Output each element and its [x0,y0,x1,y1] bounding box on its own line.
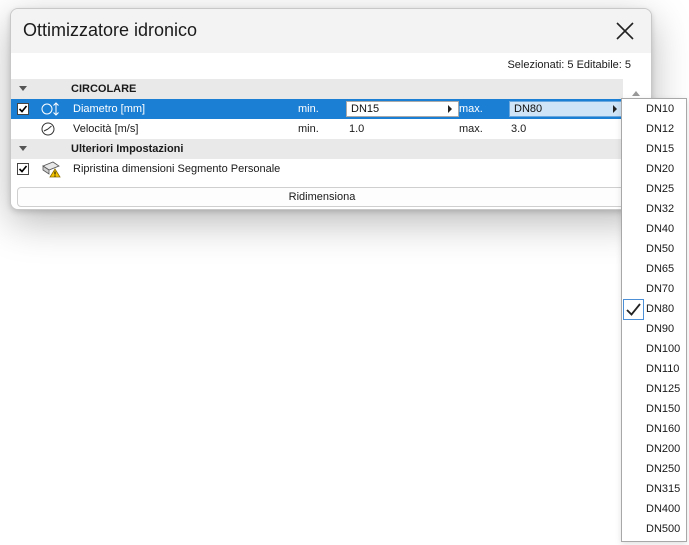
dialog-content: Selezionati: 5 Editabile: 5 CIRCOLARE Di… [11,53,651,209]
section-further-label: Ulteriori Impostazioni [71,143,184,155]
speed-row[interactable]: Velocità [m/s] min. 1.0 max. 3.0 [11,119,623,139]
submenu-arrow-icon [613,105,617,113]
scroll-up-arrow-icon[interactable] [632,89,640,97]
dropdown-option[interactable]: DN12 [622,119,686,139]
dropdown-option-label: DN100 [646,343,681,355]
dropdown-option[interactable]: DN250 [622,459,686,479]
dropdown-option[interactable]: DN25 [622,179,686,199]
checkmark-icon [18,165,28,173]
collapse-triangle-icon[interactable] [19,146,27,151]
dropdown-option[interactable]: DN10 [622,99,686,119]
speed-max-label: max. [459,123,483,135]
restore-row[interactable]: Ripristina dimensioni Segmento Personale [11,159,623,179]
title-bar: Ottimizzatore idronico [11,9,651,53]
pipe-diameter-icon [41,102,59,116]
dropdown-option-label: DN32 [646,203,675,215]
diameter-min-label: min. [298,103,319,115]
dropdown-option-label: DN50 [646,243,675,255]
dropdown-option-label: DN90 [646,323,675,335]
dropdown-option-label: DN150 [646,403,681,415]
diameter-max-value: DN80 [514,103,543,115]
dialog-title: Ottimizzatore idronico [23,20,198,40]
dropdown-option-label: DN80 [646,303,675,315]
dropdown-option[interactable]: DN160 [622,419,686,439]
dropdown-option[interactable]: DN500 [622,519,686,539]
dropdown-option-label: DN25 [646,183,675,195]
dropdown-option[interactable]: DN50 [622,239,686,259]
restore-checkbox[interactable] [17,163,29,175]
dropdown-option-label: DN70 [646,283,675,295]
dropdown-option[interactable]: DN110 [622,359,686,379]
selection-status: Selezionati: 5 Editabile: 5 [507,59,631,71]
dropdown-option[interactable]: DN40 [622,219,686,239]
dropdown-option-label: DN12 [646,123,675,135]
diameter-max-select[interactable]: DN80 [509,101,624,117]
selected-check-icon [623,299,644,320]
hydronic-optimizer-dialog: Ottimizzatore idronico Selezionati: 5 Ed… [10,8,652,210]
submenu-arrow-icon [448,105,452,113]
diameter-max-dropdown: DN10 DN12 DN15 DN20 DN25 DN32 DN40 DN50 DN65 DN70… [621,98,687,542]
restore-label: Ripristina dimensioni Segmento Personale [73,163,281,175]
close-button[interactable] [611,17,639,45]
dropdown-option[interactable]: DN70 [622,279,686,299]
dropdown-option-label: DN500 [646,523,681,535]
speed-min-label: min. [298,123,319,135]
resize-button[interactable]: Ridimensiona [17,187,627,207]
diameter-min-value: DN15 [351,103,380,115]
dropdown-option[interactable]: DN150 [622,399,686,419]
diameter-min-select[interactable]: DN15 [346,101,459,117]
dropdown-option-label: DN250 [646,463,681,475]
dropdown-option-label: DN160 [646,423,681,435]
dropdown-option-label: DN40 [646,223,675,235]
dropdown-option-label: DN65 [646,263,675,275]
diameter-row[interactable]: Diametro [mm] min. DN15 max. DN80 [11,99,624,119]
diameter-label: Diametro [mm] [73,103,146,115]
section-circular-label: CIRCOLARE [71,83,137,95]
diameter-max-label: max. [459,103,483,115]
dropdown-option[interactable]: DN315 [622,479,686,499]
dropdown-option-label: DN110 [646,363,680,375]
close-icon [616,22,634,40]
dropdown-option-label: DN200 [646,443,681,455]
dropdown-option-label: DN10 [646,103,675,115]
dropdown-option[interactable]: DN100 [622,339,686,359]
dropdown-option[interactable]: DN200 [622,439,686,459]
pipe-segment-warning-icon [42,161,61,178]
speed-max-value[interactable]: 3.0 [511,123,526,135]
dropdown-option[interactable]: DN400 [622,499,686,519]
speed-min-value[interactable]: 1.0 [349,123,364,135]
checkmark-icon [18,105,28,113]
dropdown-option-label: DN400 [646,503,681,515]
dropdown-option-label: DN315 [646,483,681,495]
dropdown-option-label: DN15 [646,143,675,155]
collapse-triangle-icon[interactable] [19,86,27,91]
dropdown-option[interactable]: DN125 [622,379,686,399]
dropdown-option[interactable]: DN15 [622,139,686,159]
speed-label: Velocità [m/s] [73,123,139,135]
dropdown-option[interactable]: DN32 [622,199,686,219]
dropdown-option-label: DN125 [646,383,681,395]
dropdown-option-label: DN20 [646,163,675,175]
dropdown-option[interactable]: DN80 [622,299,686,320]
dropdown-option[interactable]: DN90 [622,319,686,339]
dropdown-option[interactable]: DN65 [622,259,686,279]
section-circular[interactable]: CIRCOLARE [11,79,623,99]
speed-gauge-icon [41,122,55,136]
section-further-settings[interactable]: Ulteriori Impostazioni [11,139,623,159]
diameter-checkbox[interactable] [17,103,29,115]
dropdown-option[interactable]: DN20 [622,159,686,179]
